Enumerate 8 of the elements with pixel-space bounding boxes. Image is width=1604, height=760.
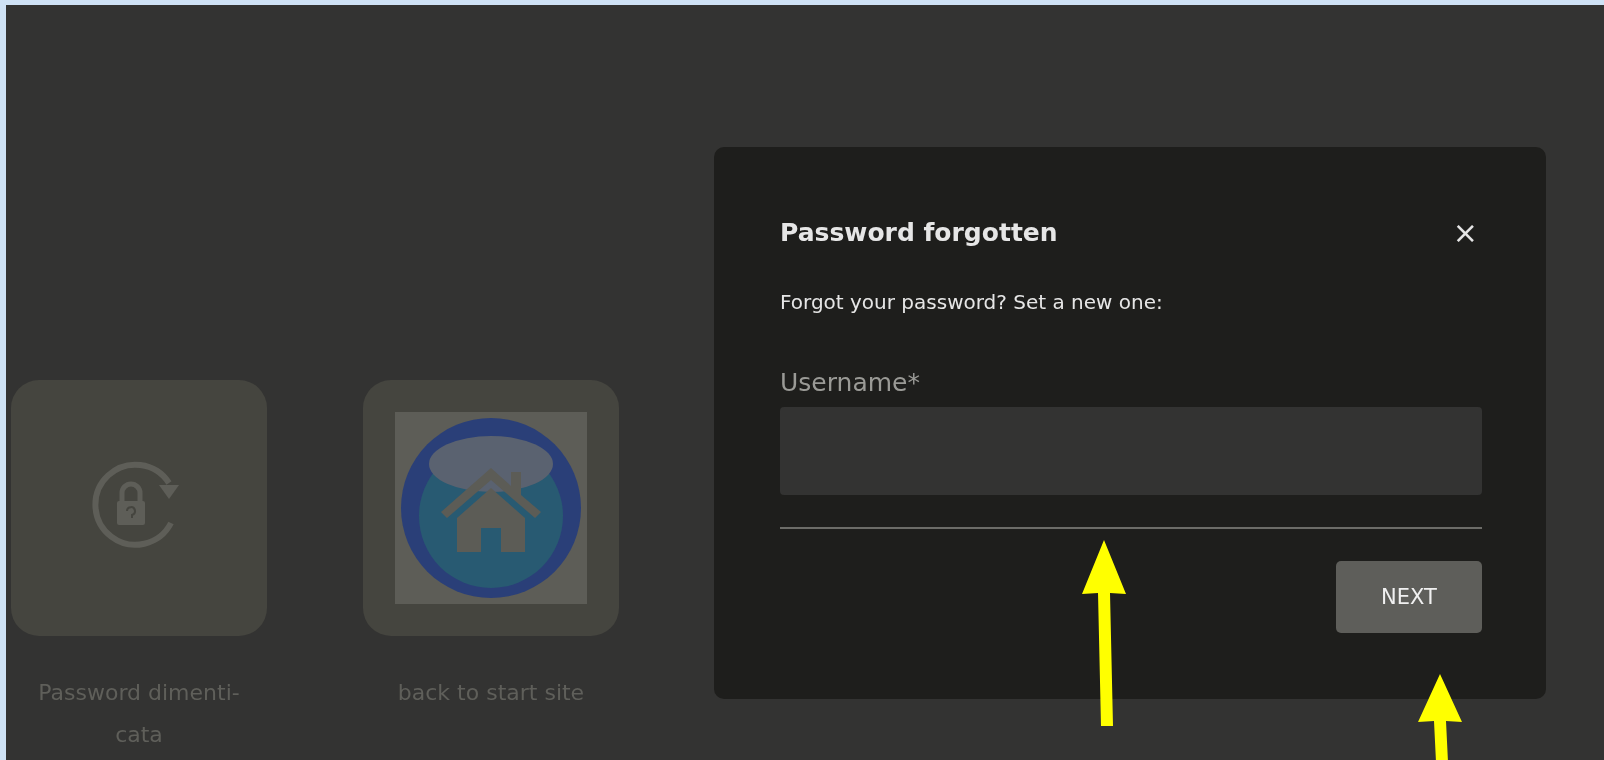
dialog-description: Forgot your password? Set a new one:	[780, 290, 1164, 314]
close-button[interactable]: ×	[1448, 215, 1482, 250]
dialog-title: Password forgotten	[780, 218, 1058, 247]
tile-button[interactable]	[363, 380, 619, 636]
field-label: Username*	[780, 368, 921, 397]
tile-button[interactable]	[11, 380, 267, 636]
home-icon	[395, 412, 587, 604]
next-button[interactable]: NEXT	[1336, 561, 1482, 633]
